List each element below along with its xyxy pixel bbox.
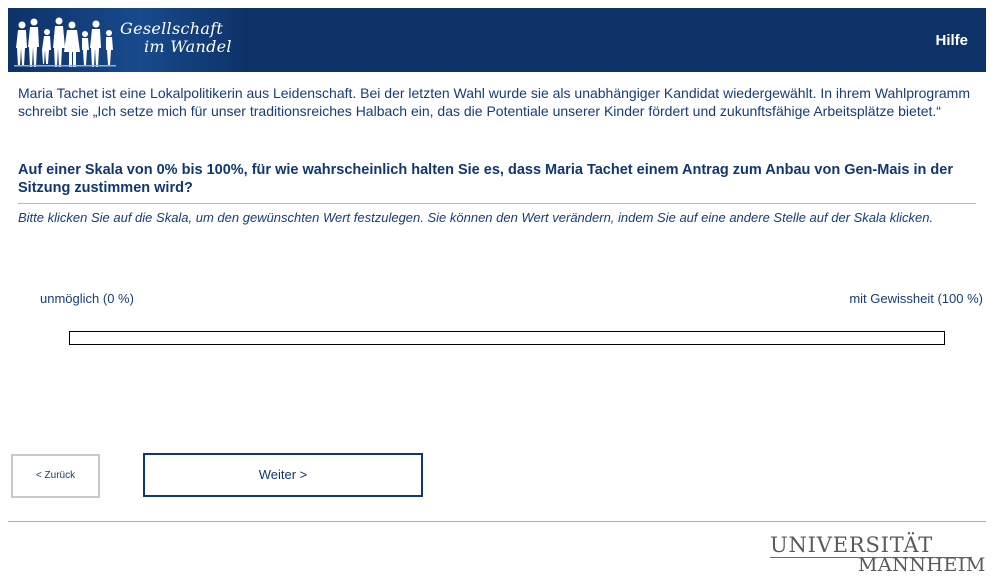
question-divider (18, 203, 976, 204)
question-text: Auf einer Skala von 0% bis 100%, für wie… (18, 162, 953, 196)
logo-line-2: im Wandel (144, 37, 232, 56)
intro-text: Maria Tachet ist eine Lokalpolitikerin a… (18, 85, 970, 119)
people-silhouettes-icon (14, 17, 116, 67)
survey-logo: Gesellschaft im Wandel (8, 8, 248, 72)
back-button[interactable]: < Zurück (11, 454, 100, 498)
instruction-text: Bitte klicken Sie auf die Skala, um den … (18, 210, 934, 225)
next-button[interactable]: Weiter > (143, 453, 423, 497)
probability-scale[interactable] (69, 331, 945, 345)
university-logo-line-2: MANNHEIM (858, 554, 986, 576)
logo-line-1: Gesellschaft (120, 19, 224, 38)
help-link[interactable]: Hilfe (935, 32, 968, 49)
footer-divider (8, 521, 986, 522)
scale-min-label: unmöglich (0 %) (40, 291, 134, 306)
university-logo: UNIVERSITÄT MANNHEIM (770, 533, 985, 576)
logo-wordmark: Gesellschaft im Wandel (120, 20, 232, 56)
header-banner: Gesellschaft im Wandel Hilfe (8, 8, 986, 72)
scale-max-label: mit Gewissheit (100 %) (849, 291, 983, 306)
